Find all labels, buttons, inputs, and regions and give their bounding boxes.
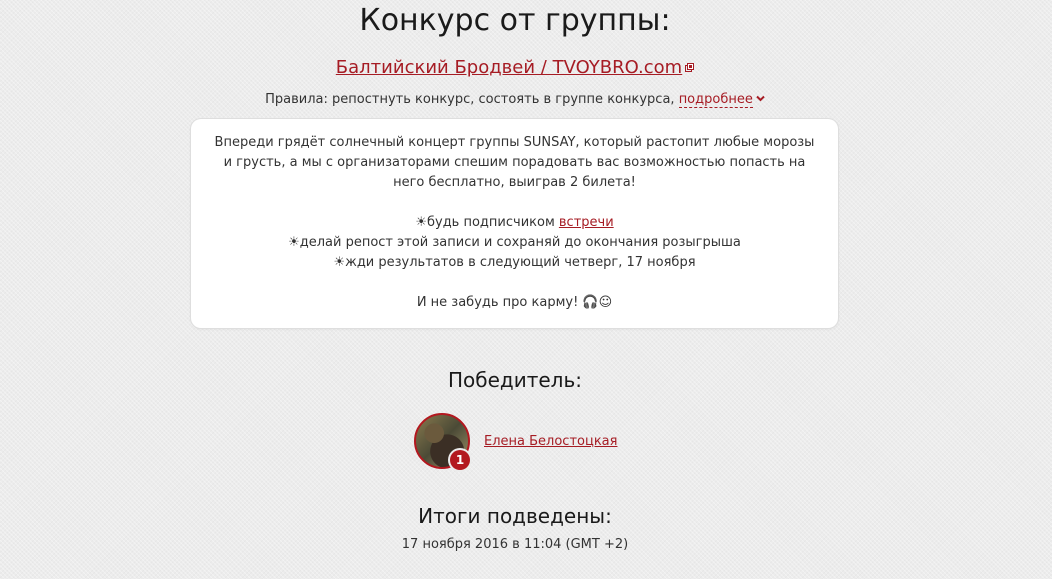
description-item-wait: ☀жди результатов в следующий четверг, 17… (333, 255, 696, 270)
results-heading: Итоги подведены: (418, 504, 612, 528)
description-item-repost: ☀делай репост этой записи и сохраняй до … (288, 235, 741, 250)
rank-badge: 1 (450, 450, 470, 470)
rules-text: Правила: репостнуть конкурс, состоять в … (265, 92, 675, 107)
winner-avatar-wrap[interactable]: 1 (414, 413, 470, 470)
results-date: 17 ноября 2016 в 11:04 (GMT +2) (401, 537, 629, 552)
event-link[interactable]: встречи (559, 215, 614, 230)
page-title: Конкурс от группы: (359, 3, 671, 38)
description-item-subscribe-text: ☀будь подписчиком (415, 215, 559, 230)
group-link[interactable]: Балтийский Бродвей / TVOYBRO.com (336, 57, 682, 78)
winner-heading: Победитель: (447, 368, 582, 392)
rules-line: Правила: репостнуть конкурс, состоять в … (0, 91, 1030, 109)
more-link[interactable]: подробнее (678, 92, 753, 108)
description-intro: Впереди грядёт солнечный концерт группы … (214, 135, 815, 190)
external-link-icon[interactable] (685, 63, 695, 72)
group-line: Балтийский Бродвей / TVOYBRO.com (0, 57, 1030, 79)
contest-page: Конкурс от группы: Балтийский Бродвей / … (0, 0, 1052, 579)
description-item-subscribe: ☀будь подписчиком встречи (209, 213, 820, 233)
description-outro: И не забудь про карму! 🎧☺ (416, 295, 613, 310)
chevron-down-icon[interactable] (756, 94, 765, 103)
winner-entry: 1 Елена Белостоцкая (414, 413, 617, 470)
contest-description-card: Впереди грядёт солнечный концерт группы … (191, 119, 838, 328)
winner-name-link[interactable]: Елена Белостоцкая (484, 434, 617, 449)
